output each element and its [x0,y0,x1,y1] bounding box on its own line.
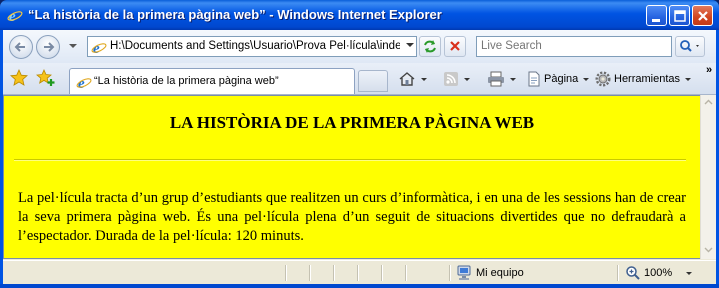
browser-window: e “La història de la primera pàgina web”… [0,0,719,288]
search-input[interactable] [481,39,666,53]
tools-menu-button[interactable]: Herramientas [595,70,692,88]
print-button[interactable] [487,70,516,88]
tab-label: “La història de la primera pàgina web” [94,75,279,87]
home-button[interactable] [398,70,427,88]
close-icon [698,11,708,21]
page-divider [14,159,686,161]
chevron-down-icon [704,247,713,253]
page-paragraph: La pel·lícula tracta d’un grup d’estudia… [18,190,686,244]
address-toolbar: e H:\Documents and Settings\Usuario\Prov… [3,30,716,63]
chevron-up-icon [704,99,713,105]
feeds-button[interactable] [443,70,470,88]
stop-button[interactable] [444,36,466,57]
tab-page-icon: e [76,76,92,90]
search-button[interactable] [675,36,705,57]
zoom-control[interactable]: 100% [625,265,693,281]
tab-toolbar: e “La història de la primera pàgina web”… [3,63,716,95]
zoom-icon [626,266,640,280]
stop-icon [450,41,460,51]
zoom-dropdown[interactable] [686,271,693,275]
refresh-button[interactable] [419,36,441,57]
print-icon [488,71,504,87]
page-menu-label: Pàgina [544,73,579,85]
search-box[interactable] [476,36,672,57]
vertical-scrollbar[interactable] [700,95,716,259]
address-dropdown[interactable] [406,43,414,47]
home-icon [399,72,415,86]
ie-page-icon: e [91,41,107,55]
maximize-icon [674,10,686,22]
browser-tab[interactable]: e “La història de la primera pàgina web” [69,68,355,94]
security-zone-label: Mi equipo [476,267,524,279]
search-icon [680,40,699,52]
tools-menu-label: Herramientas [614,73,681,85]
favorites-star-icon[interactable] [10,69,28,87]
maximize-button[interactable] [669,5,690,26]
scroll-down-arrow[interactable] [701,242,716,257]
scroll-up-arrow[interactable] [701,95,716,110]
recent-pages-dropdown[interactable] [69,44,77,48]
new-tab-button[interactable] [358,70,388,92]
status-bar: Mi equipo 100% [3,260,716,285]
add-favorites-icon[interactable] [36,69,56,87]
toolbar-overflow-chevron-icon[interactable]: » [706,64,712,76]
computer-icon [457,265,471,280]
zoom-level: 100% [644,267,673,279]
back-button[interactable] [9,35,33,59]
page-content: LA HISTÒRIA DE LA PRIMERA PÀGINA WEB La … [3,95,700,259]
tools-gear-icon [595,71,611,87]
window-title: “La història de la primera pàgina web” -… [28,7,442,22]
title-bar[interactable]: e “La història de la primera pàgina web”… [0,0,719,30]
page-heading: LA HISTÒRIA DE LA PRIMERA PÀGINA WEB [169,113,535,132]
address-bar[interactable]: e H:\Documents and Settings\Usuario\Prov… [87,36,417,57]
forward-arrow-icon [44,42,55,52]
page-menu-button[interactable]: Pàgina [526,70,590,88]
feeds-icon [444,72,458,86]
close-button[interactable] [692,5,713,26]
page-icon [528,71,540,87]
ie-icon: e [7,9,23,23]
window-frame-bottom [0,284,719,288]
minimize-button[interactable] [646,5,667,26]
back-arrow-icon [14,42,25,52]
address-input[interactable]: H:\Documents and Settings\Usuario\Prova … [110,40,400,52]
security-zone[interactable]: Mi equipo [456,265,524,281]
minimize-icon [652,19,660,22]
refresh-icon [424,40,436,53]
forward-button[interactable] [36,35,60,59]
